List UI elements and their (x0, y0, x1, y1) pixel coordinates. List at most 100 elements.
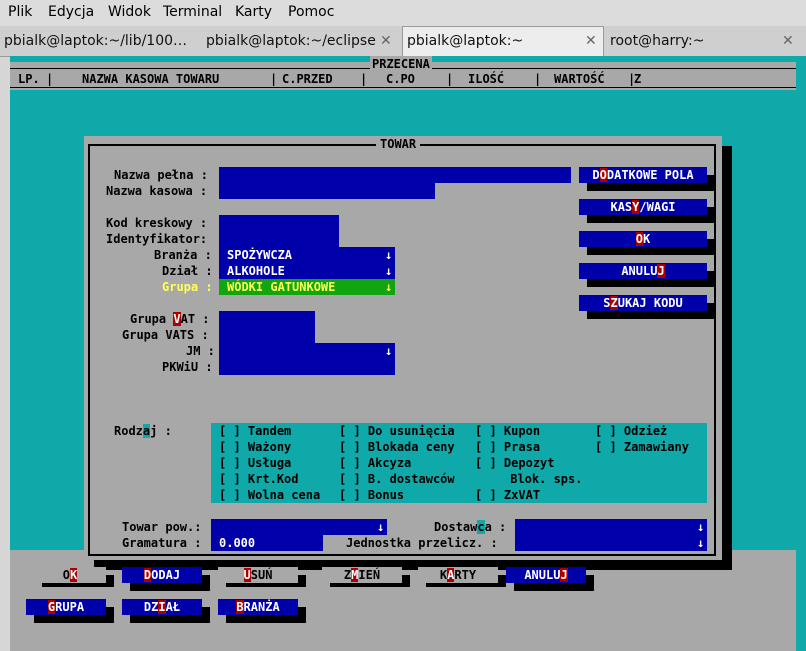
label-grupa-vat: Grupa VAT : (130, 312, 210, 326)
dzial-select[interactable]: ALKOHOLE ↓ (219, 263, 395, 279)
checkbox-akcyza[interactable]: [ ] Akcyza (339, 455, 411, 471)
label-gramatura: Gramatura : (122, 536, 202, 550)
nazwa-pelna-input[interactable] (219, 167, 571, 183)
jednostka-select[interactable]: ↓ (515, 535, 707, 551)
branza-select[interactable]: SPOŻYWCZA ↓ (219, 247, 395, 263)
grupa-vat-input[interactable] (219, 311, 315, 343)
anuluj-bottom-button[interactable]: ANULUJ (506, 567, 586, 583)
down-arrow-icon[interactable]: ↓ (697, 535, 704, 551)
checkbox-kupon[interactable]: [ ] Kupon (475, 423, 540, 439)
kasy-wagi-button[interactable]: KASY/WAGI (579, 199, 707, 215)
nazwa-kasowa-input[interactable] (219, 183, 435, 199)
label-nazwa-kasowa: Nazwa kasowa : (106, 184, 208, 198)
grupa-select[interactable]: WÓDKI GATUNKOWE ↓ (219, 279, 395, 295)
checkbox-krt-kod[interactable]: [ ] Krt.Kod (219, 471, 299, 487)
close-icon[interactable]: ✕ (380, 28, 392, 54)
label-branza: Branża : (154, 248, 212, 262)
label-dostawca: Dostawca : (434, 520, 507, 534)
tab-label: pbialk@laptok:~ (407, 33, 524, 49)
col-nazwa: NAZWA KASOWA TOWARU (82, 72, 220, 86)
label-identyfikator: Identyfikator: (106, 232, 208, 246)
grupa-button[interactable]: GRUPA (26, 599, 106, 615)
pkwiu-input[interactable] (219, 359, 395, 375)
col-cprzed: C.PRZED (282, 72, 333, 86)
checkbox-wazony[interactable]: [ ] Ważony (219, 439, 291, 455)
menu-widok[interactable]: Widok (108, 4, 151, 20)
tab-1[interactable]: pbialk@laptok:~/lib/100… (0, 28, 200, 54)
label-towar-pow: Towar pow.: (122, 520, 202, 534)
label-pkwiu: PKWiU : (162, 360, 213, 374)
tab-4[interactable]: root@harry:~ ✕ (606, 28, 806, 54)
menu-karty[interactable]: Karty (235, 4, 272, 20)
label-grupa: Grupa : (162, 280, 213, 294)
col-lp: LP. (18, 72, 40, 86)
checkbox-blok-sps[interactable]: Blok. sps. (475, 471, 582, 487)
close-icon[interactable]: ✕ (585, 27, 597, 55)
checkbox-tandem[interactable]: [ ] Tandem (219, 423, 291, 439)
label-grupa-vats: Grupa VATS : (122, 328, 209, 342)
label-dzial: Dział : (162, 264, 213, 278)
dzial-button[interactable]: DZIAŁ (122, 599, 202, 615)
label-kod-kreskowy: Kod kreskowy : (106, 216, 208, 230)
karty-button[interactable]: KARTY (418, 567, 498, 583)
checkbox-prasa[interactable]: [ ] Prasa (475, 439, 540, 455)
down-arrow-icon[interactable]: ↓ (697, 519, 704, 535)
dostawca-select[interactable]: ↓ (515, 519, 707, 535)
branza-value: SPOŻYWCZA (227, 248, 293, 262)
gramatura-value: 0.000 (219, 536, 256, 550)
menu-terminal[interactable]: Terminal (163, 4, 222, 20)
col-z: Z (634, 72, 642, 86)
down-arrow-icon[interactable]: ↓ (385, 263, 392, 279)
checkbox-wolna-cena[interactable]: [ ] Wolna cena (219, 487, 320, 503)
tab-bar: pbialk@laptok:~/lib/100… pbialk@laptok:~… (0, 26, 806, 57)
tab-label: root@harry:~ (610, 33, 705, 49)
ok-button[interactable]: OK (579, 231, 707, 247)
ok-bottom-button[interactable]: OK (34, 567, 106, 583)
down-arrow-icon[interactable]: ↓ (377, 519, 384, 535)
usun-button[interactable]: USUŃ (218, 567, 298, 583)
terminal-screen[interactable]: PRZECENA LP. | NAZWA KASOWA TOWARU | C.P… (10, 56, 806, 651)
checkbox-zamawiany[interactable]: [ ] Zamawiany (595, 439, 689, 455)
checkbox-b-dostawcow[interactable]: [ ] B. dostawców (339, 471, 455, 487)
tab-3[interactable]: pbialk@laptok:~ ✕ (402, 26, 604, 56)
anuluj-button[interactable]: ANULUJ (579, 263, 707, 279)
label-jednostka: Jednostka przelicz. : (346, 536, 498, 550)
dodaj-button[interactable]: DODAJ (122, 567, 202, 583)
checkbox-bonus[interactable]: [ ] Bonus (339, 487, 404, 503)
zmien-button[interactable]: ZMIEŃ (322, 567, 402, 583)
menu-edycja[interactable]: Edycja (48, 4, 94, 20)
jm-select[interactable]: ↓ (219, 343, 395, 359)
grupa-value: WÓDKI GATUNKOWE (227, 280, 336, 294)
close-icon[interactable]: ✕ (782, 28, 794, 54)
szukaj-kodu-button[interactable]: SZUKAJ KODU (579, 295, 707, 311)
down-arrow-icon[interactable]: ↓ (385, 343, 392, 359)
menu-plik[interactable]: Plik (8, 4, 32, 20)
menu-bar: Plik Edycja Widok Terminal Karty Pomoc (0, 0, 806, 26)
gramatura-input[interactable]: 0.000 (211, 535, 323, 551)
menu-pomoc[interactable]: Pomoc (288, 4, 334, 20)
label-jm: JM : (186, 344, 215, 358)
dodatkowe-pola-button[interactable]: DODATKOWE POLA (579, 167, 707, 183)
tab-label: pbialk@laptok:~/eclipse (206, 33, 376, 49)
dzial-value: ALKOHOLE (227, 264, 285, 278)
dialog-title: TOWAR (376, 136, 421, 152)
checkbox-depozyt[interactable]: [ ] Depozyt (475, 455, 555, 471)
label-rodzaj: Rodzaj : (114, 424, 172, 438)
kod-kreskowy-input[interactable] (219, 215, 339, 247)
checkbox-blokada-ceny[interactable]: [ ] Blokada ceny (339, 439, 455, 455)
tab-2[interactable]: pbialk@laptok:~/eclipse ✕ (202, 28, 400, 54)
down-arrow-icon[interactable]: ↓ (385, 279, 392, 295)
branza-button[interactable]: BRANŻA (218, 599, 298, 615)
checkbox-zxvat[interactable]: [ ] ZxVAT (475, 487, 540, 503)
down-arrow-icon[interactable]: ↓ (385, 247, 392, 263)
tab-label: pbialk@laptok:~/lib/100… (4, 33, 188, 49)
checkbox-usluga[interactable]: [ ] Usługa (219, 455, 291, 471)
col-wartosc: WARTOŚĆ (554, 72, 605, 86)
checkbox-do-usuniecia[interactable]: [ ] Do usunięcia (339, 423, 455, 439)
checkbox-odziez[interactable]: [ ] Odzież (595, 423, 667, 439)
label-nazwa-pelna: Nazwa pełna : (114, 168, 208, 182)
screen-title: PRZECENA (370, 56, 432, 72)
col-ilosc: ILOŚĆ (468, 72, 505, 86)
towar-pow-select[interactable]: ↓ (211, 519, 387, 535)
col-cpo: C.PO (386, 72, 415, 86)
